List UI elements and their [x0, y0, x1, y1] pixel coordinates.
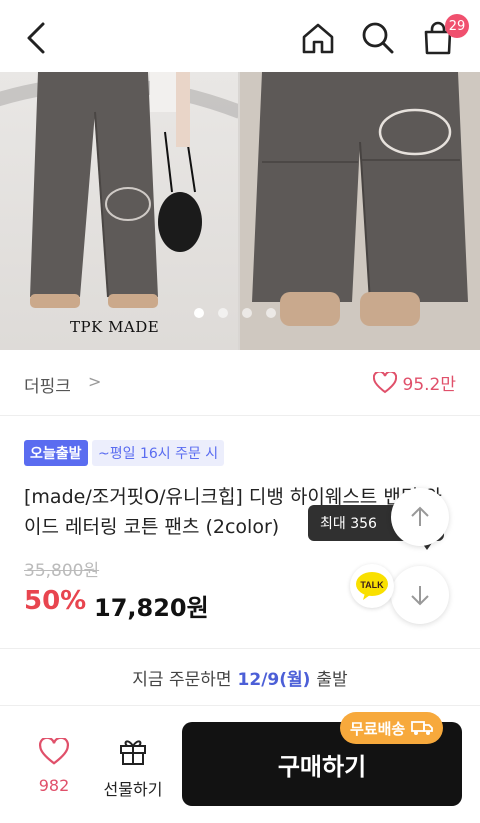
brand-like-button[interactable]: 95.2만 — [372, 370, 457, 395]
like-count: 982 — [38, 776, 70, 795]
kakao-talk-button[interactable]: TALK — [350, 564, 394, 608]
pagination-dot[interactable] — [266, 308, 276, 318]
arrow-down-icon — [411, 586, 429, 606]
top-bar: 29 — [0, 0, 480, 72]
discount-rate: 50% — [24, 586, 87, 616]
search-button[interactable] — [356, 16, 400, 60]
arrow-up-icon — [411, 506, 429, 526]
scroll-up-button[interactable] — [391, 488, 449, 546]
free-shipping-badge: 무료배송 — [340, 712, 444, 744]
product-image-closeup — [240, 72, 480, 350]
scroll-down-button[interactable] — [391, 566, 449, 624]
shipping-prefix: 지금 주문하면 — [132, 669, 232, 690]
brand-name-link[interactable]: 더핑크 — [24, 372, 71, 397]
heart-icon — [38, 736, 70, 765]
today-shipping-badge: 오늘출발 — [24, 440, 88, 466]
back-button[interactable] — [14, 16, 58, 60]
home-button[interactable] — [296, 16, 340, 60]
cutoff-time-badge: ~평일 16시 주문 시 — [92, 440, 225, 466]
kakao-talk-icon: TALK — [356, 572, 388, 600]
home-icon — [302, 23, 334, 54]
like-button[interactable]: 982 — [26, 736, 82, 795]
chevron-left-icon — [27, 22, 45, 54]
gift-icon — [120, 740, 146, 765]
sale-price: 17,820원 — [94, 594, 209, 622]
brand-like-count: 95.2만 — [402, 375, 457, 395]
shipping-suffix: 출발 — [316, 669, 348, 690]
bottom-action-bar: 982 선물하기 구매하기 무료배송 — [0, 706, 480, 823]
pagination-dot[interactable] — [194, 308, 204, 318]
cart-count-badge: 29 — [445, 14, 469, 38]
pagination-dot[interactable] — [242, 308, 252, 318]
search-icon — [362, 22, 394, 54]
chevron-right-icon: > — [88, 372, 102, 391]
shipping-info: 지금 주문하면 12/9(월) 출발 — [0, 648, 480, 706]
pagination-dot[interactable] — [218, 308, 228, 318]
heart-icon — [372, 371, 397, 393]
shipping-date: 12/9(월) — [237, 669, 311, 690]
gallery-pagination — [194, 308, 276, 318]
pants-closeup-illustration — [252, 72, 468, 326]
brand-row: 더핑크 > 95.2만 — [0, 350, 480, 416]
image-caption: TPK MADE — [70, 318, 160, 336]
truck-icon — [411, 721, 434, 735]
original-price: 35,800원 — [24, 561, 100, 581]
gift-button[interactable]: 선물하기 — [98, 736, 168, 800]
free-shipping-label: 무료배송 — [350, 719, 406, 738]
svg-text:TALK: TALK — [360, 580, 384, 590]
gift-label: 선물하기 — [103, 780, 163, 799]
